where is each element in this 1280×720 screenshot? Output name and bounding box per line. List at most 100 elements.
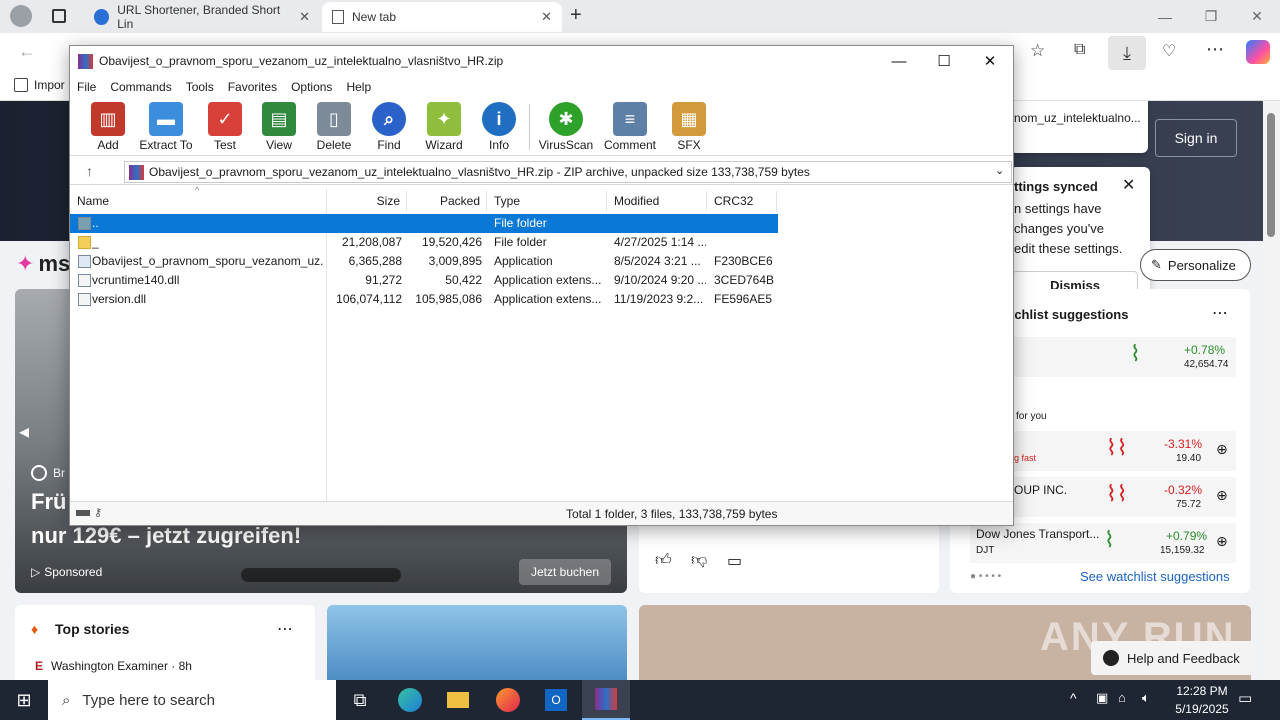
windows-start-icon[interactable]: ⊞ <box>0 680 48 720</box>
show-hidden-icons[interactable]: ^ <box>1070 690 1077 706</box>
close-tab-icon[interactable]: ✕ <box>541 9 552 25</box>
notifications-icon[interactable]: ▭ <box>1238 689 1252 707</box>
more-menu-icon[interactable]: ⋯ <box>1206 39 1224 60</box>
favorites-star-icon[interactable]: ☆ <box>1030 41 1045 61</box>
archive-icon <box>129 165 144 180</box>
help-feedback-button[interactable]: Help and Feedback <box>1091 641 1254 675</box>
menu-options[interactable]: Options <box>291 80 332 94</box>
tool-info[interactable]: i Info <box>469 102 529 152</box>
tab-url-shortener[interactable]: URL Shortener, Branded Short Lin ✕ <box>84 2 320 32</box>
comment-icon[interactable]: ▭ <box>727 551 742 571</box>
taskbar-search[interactable]: ⌕ Type here to search <box>48 680 336 720</box>
image-card[interactable] <box>327 605 627 680</box>
col-modified[interactable]: Modified <box>607 191 707 211</box>
task-view-icon[interactable]: ⧉ <box>336 680 384 720</box>
chevron-down-icon[interactable]: ⌄ <box>995 164 1004 177</box>
tab-new-tab[interactable]: New tab ✕ <box>322 2 562 32</box>
add-icon[interactable]: ⊕ <box>1216 441 1228 458</box>
menu-tools[interactable]: Tools <box>186 80 214 94</box>
tool-wizard[interactable]: ✦ Wizard <box>414 102 474 152</box>
back-icon[interactable]: ← <box>18 41 36 62</box>
clock-time[interactable]: 12:28 PM <box>1170 684 1234 698</box>
outlook-icon[interactable]: O <box>532 680 580 720</box>
col-size[interactable]: Size <box>327 191 407 211</box>
col-packed[interactable]: Packed <box>407 191 487 211</box>
new-tab-icon[interactable]: + <box>570 4 582 27</box>
box-icon: ▦ <box>672 102 706 136</box>
help-icon <box>1103 650 1119 666</box>
col-type[interactable]: Type <box>487 191 607 211</box>
tab-actions-icon[interactable] <box>52 9 66 23</box>
browser-essentials-icon[interactable]: ♡ <box>1162 41 1176 61</box>
tool-extract[interactable]: ▬ Extract To <box>136 102 196 152</box>
winrar-title: Obavijest_o_pravnom_sporu_vezanom_uz_int… <box>99 54 504 68</box>
table-row[interactable]: Obavijest_o_pravnom_sporu_vezanom_uz... … <box>70 252 1013 271</box>
menu-help[interactable]: Help <box>346 80 371 94</box>
checklist-icon: ✓ <box>208 102 242 136</box>
tool-comment[interactable]: ≡ Comment <box>600 102 660 152</box>
table-row[interactable]: version.dll 106,074,112 105,985,086 Appl… <box>70 290 1013 309</box>
add-icon[interactable]: ⊕ <box>1216 533 1228 550</box>
collections-icon[interactable]: ⧉ <box>1074 41 1085 59</box>
menu-favorites[interactable]: Favorites <box>228 80 277 94</box>
firefox-icon[interactable] <box>484 680 532 720</box>
page-scrollbar[interactable] <box>1263 101 1280 680</box>
winrar-taskbar-icon[interactable] <box>582 680 630 720</box>
minimize-icon[interactable]: — <box>1142 0 1188 33</box>
add-icon[interactable]: ⊕ <box>1216 487 1228 504</box>
menu-file[interactable]: File <box>77 80 96 94</box>
carousel-dots[interactable] <box>241 568 401 582</box>
sparkline-icon: ⌇ <box>1130 341 1141 366</box>
table-row[interactable]: _ 21,208,087 19,520,426 File folder 4/27… <box>70 233 1013 252</box>
like-icon[interactable]: 👍︎ <box>655 551 672 570</box>
downloads-icon[interactable]: ⤓ <box>1108 36 1146 70</box>
popup-close-icon[interactable]: ✕ <box>1122 175 1135 195</box>
personalize-button[interactable]: ✎ Personalize <box>1140 249 1251 281</box>
volume-icon[interactable]: 🔈︎ <box>1142 690 1150 706</box>
tab-label: New tab <box>352 10 397 24</box>
menu-commands[interactable]: Commands <box>110 80 171 94</box>
table-row[interactable]: vcruntime140.dll 91,272 50,422 Applicati… <box>70 271 1013 290</box>
scroll-thumb[interactable] <box>1267 113 1275 237</box>
minimize-icon[interactable]: — <box>876 46 922 76</box>
tool-find[interactable]: ⌕ Find <box>359 102 419 152</box>
tool-sfx[interactable]: ▦ SFX <box>659 102 719 152</box>
watchlist-more-icon[interactable]: ⋯ <box>1212 303 1228 323</box>
col-crc[interactable]: CRC32 <box>707 191 777 211</box>
top-stories-more-icon[interactable]: ⋯ <box>277 619 293 639</box>
wifi-icon[interactable]: ⌂ <box>1118 690 1126 705</box>
dislike-icon[interactable]: 👎︎ <box>691 551 707 570</box>
restore-icon[interactable]: ❐ <box>1188 0 1234 33</box>
close-icon[interactable]: ✕ <box>967 46 1013 76</box>
download-item[interactable]: nom_uz_intelektualno... <box>1014 111 1141 125</box>
tool-delete[interactable]: ▯ Delete <box>304 102 364 152</box>
cta-button[interactable]: Jetzt buchen <box>519 559 611 585</box>
watch-item-3[interactable]: OUP INC. ⌇⌇ -0.32% 75.72 ⊕ <box>1010 477 1236 517</box>
news-source[interactable]: E Washington Examiner · 8h <box>35 659 192 673</box>
maximize-icon[interactable]: ☐ <box>921 46 967 76</box>
import-favorites-link[interactable]: Impor <box>14 78 65 92</box>
watch-item-4[interactable]: Dow Jones Transport... DJT ⌇ +0.79% 15,1… <box>970 523 1236 563</box>
tool-add[interactable]: ▥ Add <box>78 102 138 152</box>
close-tab-icon[interactable]: ✕ <box>299 9 310 25</box>
top-stories-card: ♦ Top stories ⋯ E Washington Examiner · … <box>15 605 315 680</box>
close-window-icon[interactable]: ✕ <box>1234 0 1280 33</box>
watch-item-1[interactable]: ⌇ +0.78% 42,654.74 <box>1010 337 1236 377</box>
table-row[interactable]: .. File folder <box>70 214 778 233</box>
tool-view[interactable]: ▤ View <box>249 102 309 152</box>
pager-dots[interactable]: ● • • • • <box>970 571 1001 582</box>
path-field[interactable]: Obavijest_o_pravnom_sporu_vezanom_uz_int… <box>124 161 1012 183</box>
file-explorer-icon[interactable] <box>434 680 482 720</box>
see-watchlist-link[interactable]: See watchlist suggestions <box>1080 569 1230 584</box>
copilot-icon[interactable] <box>1246 40 1270 64</box>
tool-virusscan[interactable]: ✱ VirusScan <box>536 102 596 152</box>
up-arrow-icon[interactable]: ↑ <box>86 163 93 179</box>
edge-icon[interactable] <box>386 680 434 720</box>
watch-item-2[interactable]: g fast ⌇⌇ -3.31% 19.40 ⊕ <box>1010 431 1236 471</box>
tool-test[interactable]: ✓ Test <box>195 102 255 152</box>
network-icon[interactable]: ▣ <box>1096 690 1108 706</box>
clock-date[interactable]: 5/19/2025 <box>1166 702 1238 716</box>
prev-arrow-icon[interactable]: ◂ <box>19 419 29 444</box>
sign-in-button[interactable]: Sign in <box>1155 119 1237 157</box>
profile-avatar[interactable] <box>10 5 32 27</box>
